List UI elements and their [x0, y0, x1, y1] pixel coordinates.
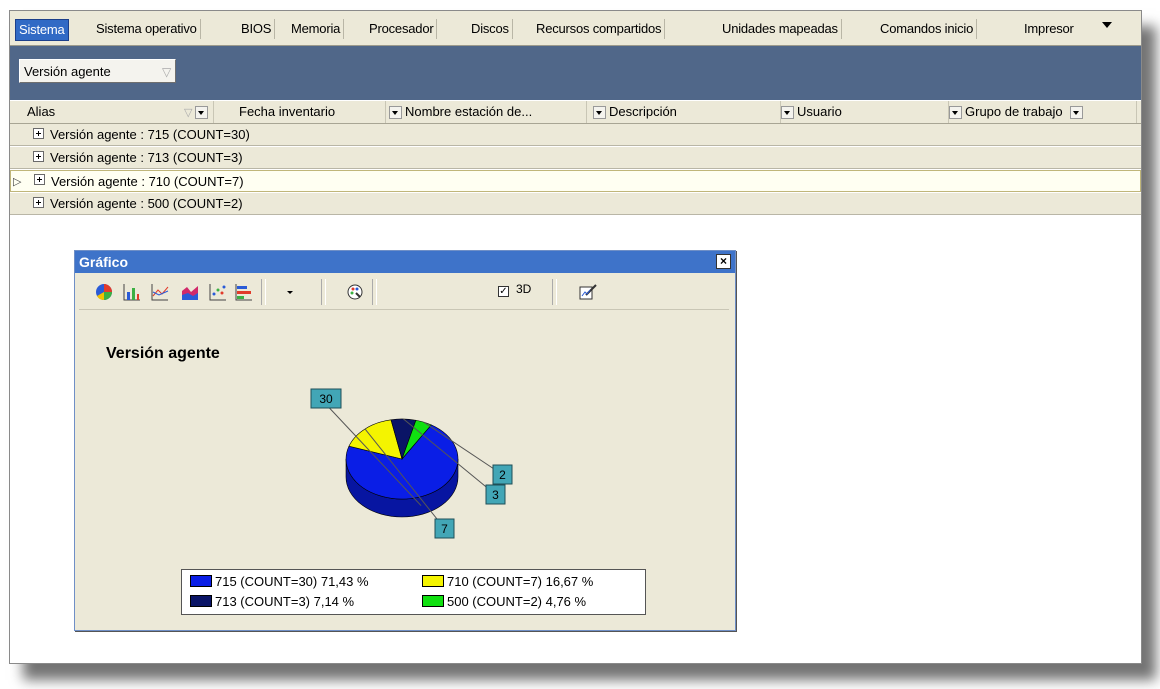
tab-overflow-arrow-icon[interactable]	[1102, 22, 1112, 28]
chart-toolbar: ✓ 3D	[79, 277, 729, 310]
chart-properties-icon[interactable]	[577, 281, 599, 303]
grid-header: Alias ▽ Fecha inventario Nombre estación…	[10, 101, 1141, 124]
toolbar-separator	[321, 279, 326, 305]
legend-entry: 710 (COUNT=7) 16,67 %	[422, 574, 593, 589]
dropdown-arrow-icon[interactable]	[781, 106, 794, 120]
tab-memoria[interactable]: Memoria	[288, 19, 345, 39]
group-by-chip[interactable]: Versión agente ▽	[19, 59, 176, 83]
data-label: 2	[499, 468, 506, 482]
toolbar-separator	[552, 279, 557, 305]
expand-icon[interactable]	[34, 174, 45, 185]
legend-entry: 715 (COUNT=30) 71,43 %	[190, 574, 369, 589]
horizontal-bar-chart-icon[interactable]	[233, 281, 255, 303]
column-label: Usuario	[797, 104, 842, 119]
group-row-selected[interactable]: ▷ Versión agente : 710 (COUNT=7)	[10, 170, 1141, 192]
tab-recursos-compartidos[interactable]: Recursos compartidos	[533, 19, 666, 39]
group-row-label: Versión agente : 713 (COUNT=3)	[50, 150, 243, 165]
dropdown-arrow-icon[interactable]	[279, 281, 301, 303]
column-label: Descripción	[609, 104, 677, 119]
legend-label: 500 (COUNT=2) 4,76 %	[447, 594, 587, 609]
app-window: Sistema Sistema operativo BIOS Memoria P…	[9, 10, 1142, 664]
tab-sistema-operativo[interactable]: Sistema operativo	[93, 19, 201, 39]
legend-label: 715 (COUNT=30) 71,43 %	[215, 574, 369, 589]
palette-icon[interactable]	[344, 281, 366, 303]
group-row-label: Versión agente : 710 (COUNT=7)	[51, 174, 244, 189]
scatter-chart-icon[interactable]	[207, 281, 229, 303]
expand-icon[interactable]	[33, 128, 44, 139]
column-label: Nombre estación de...	[405, 104, 533, 119]
pie-chart-icon[interactable]	[93, 281, 115, 303]
pie-tops	[345, 418, 459, 500]
legend-entry: 713 (COUNT=3) 7,14 %	[190, 594, 354, 609]
legend-entry: 500 (COUNT=2) 4,76 %	[422, 594, 586, 609]
group-row[interactable]: Versión agente : 715 (COUNT=30)	[10, 124, 1141, 146]
toolbar-separator	[261, 279, 266, 305]
bar-chart-icon[interactable]	[121, 281, 143, 303]
dropdown-arrow-icon[interactable]	[389, 106, 402, 120]
tab-comandos-inicio[interactable]: Comandos inicio	[877, 19, 978, 39]
toolbar-separator	[372, 279, 377, 305]
data-label: 7	[441, 522, 448, 536]
legend-swatch	[422, 575, 444, 587]
filter-icon[interactable]: ▽	[162, 60, 171, 84]
column-header-descripcion[interactable]: Descripción	[591, 101, 781, 123]
group-row-label: Versión agente : 715 (COUNT=30)	[50, 127, 250, 142]
tab-bios[interactable]: BIOS	[238, 19, 276, 39]
group-by-chip-label: Versión agente	[24, 64, 111, 79]
chart-dialog: Gráfico × ✓ 3D Versión agente 30 7 3 2 7…	[74, 250, 736, 631]
column-header-alias[interactable]: Alias ▽	[24, 101, 214, 123]
column-header-nombre-estacion[interactable]: Nombre estación de...	[387, 101, 587, 123]
group-row[interactable]: Versión agente : 713 (COUNT=3)	[10, 147, 1141, 169]
dropdown-arrow-icon[interactable]	[1070, 106, 1084, 120]
tab-procesador[interactable]: Procesador	[366, 19, 438, 39]
expand-icon[interactable]	[33, 151, 44, 162]
legend-swatch	[190, 595, 212, 607]
group-row-label: Versión agente : 500 (COUNT=2)	[50, 196, 243, 211]
data-label: 3	[492, 488, 499, 502]
column-label: Grupo de trabajo	[965, 104, 1063, 119]
column-header-grupo-de-trabajo[interactable]: Grupo de trabajo	[947, 101, 1137, 123]
column-label: Fecha inventario	[239, 104, 336, 119]
tab-strip: Sistema Sistema operativo BIOS Memoria P…	[10, 11, 1141, 46]
area-chart-icon[interactable]	[179, 281, 201, 303]
3d-checkbox[interactable]: ✓	[498, 286, 509, 297]
pie-chart: 30 7 32	[310, 388, 513, 539]
column-header-fecha-inventario[interactable]: Fecha inventario	[236, 101, 386, 123]
column-header-usuario[interactable]: Usuario	[779, 101, 949, 123]
column-label: Alias	[27, 104, 56, 119]
close-icon[interactable]: ×	[716, 254, 731, 269]
dropdown-arrow-icon[interactable]	[949, 106, 962, 120]
row-indicator-icon: ▷	[13, 176, 22, 188]
chart-legend: 715 (COUNT=30) 71,43 % 713 (COUNT=3) 7,1…	[181, 569, 646, 615]
legend-swatch	[422, 595, 444, 607]
dropdown-arrow-icon[interactable]	[195, 106, 209, 120]
tab-impresoras[interactable]: Impresor	[1021, 19, 1077, 39]
group-row[interactable]: Versión agente : 500 (COUNT=2)	[10, 193, 1141, 215]
group-by-panel: Versión agente ▽	[10, 46, 1141, 100]
line-chart-icon[interactable]	[149, 281, 171, 303]
legend-label: 713 (COUNT=3) 7,14 %	[215, 594, 355, 609]
legend-swatch	[190, 575, 212, 587]
legend-label: 710 (COUNT=7) 16,67 %	[447, 574, 594, 589]
dialog-title: Gráfico	[79, 254, 129, 270]
expand-icon[interactable]	[33, 197, 44, 208]
tab-discos[interactable]: Discos	[468, 19, 513, 39]
data-label: 30	[319, 392, 333, 406]
tab-sistema[interactable]: Sistema	[15, 19, 69, 41]
dropdown-arrow-icon[interactable]	[593, 106, 606, 120]
dialog-title-bar[interactable]: Gráfico ×	[75, 251, 735, 273]
3d-checkbox-label: 3D	[516, 282, 532, 296]
tab-unidades-mapeadas[interactable]: Unidades mapeadas	[719, 19, 842, 39]
filter-icon[interactable]: ▽	[184, 107, 192, 119]
